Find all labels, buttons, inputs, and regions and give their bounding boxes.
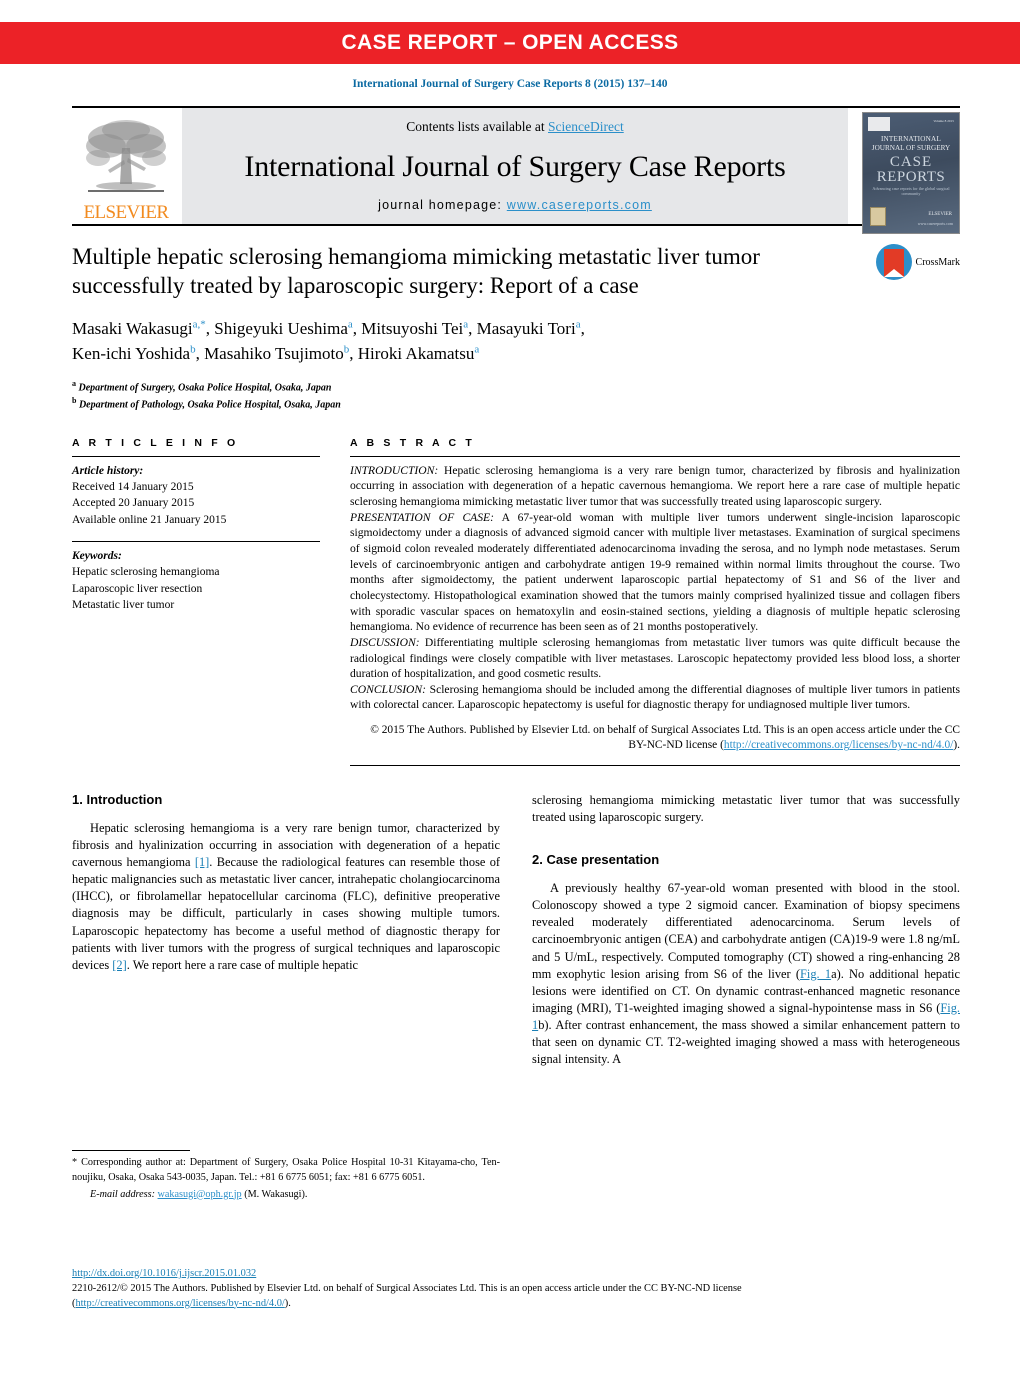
doi-license-block: http://dx.doi.org/10.1016/j.ijscr.2015.0… — [72, 1267, 962, 1311]
abstract-bottom-rule — [350, 764, 960, 766]
abstract-discussion-label: DISCUSSION: — [350, 635, 420, 649]
keyword-item: Hepatic sclerosing hemangioma — [72, 566, 220, 579]
keyword-item: Laparoscopic liver resection — [72, 582, 203, 595]
homepage-prefix: journal homepage: — [378, 198, 507, 212]
cover-volume-text: Volume 8 2015 — [933, 119, 954, 123]
license-link[interactable]: http://creativecommons.org/licenses/by-n… — [75, 1298, 284, 1309]
footnote-block: * Corresponding author at: Department of… — [72, 1150, 500, 1202]
abstract-presentation: PRESENTATION OF CASE: A 67-year-old woma… — [350, 510, 960, 635]
email-suffix: (M. Wakasugi). — [244, 1188, 308, 1200]
introduction-paragraph: Hepatic sclerosing hemangioma is a very … — [72, 820, 500, 974]
sciencedirect-link[interactable]: ScienceDirect — [548, 119, 624, 134]
license-close-paren: ). — [284, 1297, 291, 1309]
title-block: Multiple hepatic sclerosing hemangioma m… — [72, 242, 960, 413]
section-heading-case-presentation: 2. Case presentation — [532, 852, 660, 868]
available-online-date: Available online 21 January 2015 — [72, 513, 227, 526]
email-label: E-mail address: — [90, 1188, 155, 1200]
abstract-conclusion-label: CONCLUSION: — [350, 682, 427, 696]
affiliation-b: b Department of Pathology, Osaka Police … — [72, 396, 341, 411]
crossmark-badge[interactable]: CrossMark — [875, 244, 960, 280]
author-email-link[interactable]: wakasugi@oph.gr.jp — [158, 1189, 242, 1200]
abstract-introduction-text: Hepatic sclerosing hemangioma is a very … — [350, 463, 960, 509]
abstract-presentation-label: PRESENTATION OF CASE: — [350, 510, 495, 524]
abstract-introduction: INTRODUCTION: Hepatic sclerosing hemangi… — [350, 463, 960, 510]
intro-text-b: . Because the radiological features can … — [72, 855, 501, 972]
abstract-conclusion-text: Sclerosing hemangioma should be included… — [350, 682, 960, 712]
abstract-introduction-label: INTRODUCTION: — [350, 463, 439, 477]
cc-license-link[interactable]: http://creativecommons.org/licenses/by-n… — [724, 739, 953, 751]
cover-line-4: REPORTS — [876, 169, 946, 185]
copyright-text-b: ). — [953, 739, 960, 752]
crossmark-label: CrossMark — [915, 256, 960, 268]
contents-available-line: Contents lists available at ScienceDirec… — [406, 119, 623, 135]
abstract-heading: A B S T R A C T — [350, 436, 475, 449]
reference-link-1[interactable]: [1] — [195, 855, 209, 869]
journal-homepage-link[interactable]: www.casereports.com — [507, 198, 652, 212]
running-head: International Journal of Surgery Case Re… — [352, 78, 668, 90]
case-text-c: b). After contrast enhancement, the mass… — [532, 1017, 960, 1067]
journal-masthead: ELSEVIER Contents lists available at Sci… — [72, 106, 960, 234]
journal-cover-thumbnail: Volume 8 2015 INTERNATIONAL JOURNAL OF S… — [862, 112, 960, 234]
cover-line-1: INTERNATIONAL — [880, 135, 942, 143]
section-heading-introduction: 1. Introduction — [72, 791, 163, 807]
article-history-label: Article history: — [72, 464, 144, 477]
abstract-copyright-line: © 2015 The Authors. Published by Elsevie… — [350, 723, 960, 754]
masthead-bottom-rule — [72, 224, 960, 226]
affiliation-a-text: Department of Surgery, Osaka Police Hosp… — [78, 382, 332, 394]
intro-text-c: . We report here a rare case of multiple… — [126, 957, 359, 972]
doi-line: http://dx.doi.org/10.1016/j.ijscr.2015.0… — [72, 1267, 962, 1282]
issn-copyright-line: 2210-2612/© 2015 The Authors. Published … — [72, 1282, 962, 1297]
case-presentation-paragraph: A previously healthy 67-year-old woman p… — [532, 880, 960, 1068]
journal-cover-image: Volume 8 2015 INTERNATIONAL JOURNAL OF S… — [862, 112, 960, 234]
article-history-group: Article history: Received 14 January 201… — [72, 457, 320, 528]
body-right-column: sclerosing hemangioma mimicking metastat… — [532, 792, 960, 1068]
abstract-conclusion: CONCLUSION: Sclerosing hemangioma should… — [350, 682, 960, 713]
page-title: Multiple hepatic sclerosing hemangioma m… — [72, 244, 760, 299]
keyword-item: Metastatic liver tumor — [72, 599, 175, 612]
abstract-presentation-text: A 67-year-old woman with multiple liver … — [350, 510, 960, 634]
affiliation-b-text: Department of Pathology, Osaka Police Ho… — [78, 399, 341, 411]
cover-url-text: www.casereports.com — [917, 221, 953, 226]
cover-crest-icon — [870, 207, 886, 226]
author-list: Masaki Wakasugia,*, Shigeyuki Ueshimaa, … — [72, 318, 585, 363]
journal-title: International Journal of Surgery Case Re… — [244, 149, 786, 183]
crossmark-icon — [875, 244, 912, 280]
accepted-date: Accepted 20 January 2015 — [72, 497, 195, 510]
cover-logo-block — [868, 117, 890, 131]
article-body: 1. Introduction Hepatic sclerosing heman… — [72, 792, 960, 1068]
case-report-banner: CASE REPORT – OPEN ACCESS — [0, 22, 1020, 64]
abstract-body: INTRODUCTION: Hepatic sclerosing hemangi… — [350, 457, 960, 754]
reference-link-2[interactable]: [2] — [112, 958, 126, 972]
email-note: E-mail address: wakasugi@oph.gr.jp (M. W… — [72, 1188, 500, 1203]
keywords-group: Keywords: Hepatic sclerosing hemangioma … — [72, 542, 320, 613]
figure-link-1a[interactable]: Fig. 1 — [800, 967, 831, 981]
abstract-discussion-text: Differentiating multiple sclerosing hema… — [350, 635, 960, 681]
elsevier-logo: ELSEVIER — [72, 108, 180, 224]
banner-label: CASE REPORT – OPEN ACCESS — [341, 31, 679, 54]
footnote-rule — [72, 1150, 190, 1151]
cover-line-5: Advancing case reports for the global su… — [872, 186, 950, 196]
keywords-label: Keywords: — [72, 550, 122, 563]
corresponding-author-note: * Corresponding author at: Department of… — [72, 1157, 500, 1183]
introduction-continuation: sclerosing hemangioma mimicking metastat… — [532, 792, 960, 824]
masthead-center-panel: Contents lists available at ScienceDirec… — [182, 108, 848, 224]
received-date: Received 14 January 2015 — [72, 481, 194, 494]
journal-homepage-line: journal homepage: www.casereports.com — [378, 198, 652, 212]
elsevier-wordmark: ELSEVIER — [83, 202, 170, 223]
article-info-column: A R T I C L E I N F O Article history: R… — [72, 437, 320, 766]
affiliation-list: a Department of Surgery, Osaka Police Ho… — [72, 378, 960, 413]
contents-prefix: Contents lists available at — [406, 119, 548, 134]
body-left-column: 1. Introduction Hepatic sclerosing heman… — [72, 792, 500, 1068]
abstract-discussion: DISCUSSION: Differentiating multiple scl… — [350, 635, 960, 682]
issn-text: 2210-2612/© 2015 The Authors. Published … — [72, 1282, 742, 1294]
cover-line-2: JOURNAL OF SURGERY — [871, 144, 951, 152]
doi-link[interactable]: http://dx.doi.org/10.1016/j.ijscr.2015.0… — [72, 1268, 256, 1279]
info-abstract-band: A R T I C L E I N F O Article history: R… — [72, 437, 960, 766]
abstract-column: A B S T R A C T INTRODUCTION: Hepatic sc… — [350, 437, 960, 766]
affiliation-a: a Department of Surgery, Osaka Police Ho… — [72, 379, 332, 394]
cover-elsevier-text: ELSEVIER — [928, 212, 952, 217]
elsevier-tree-icon — [86, 120, 166, 192]
license-line: (http://creativecommons.org/licenses/by-… — [72, 1297, 962, 1312]
article-info-heading: A R T I C L E I N F O — [72, 436, 239, 449]
